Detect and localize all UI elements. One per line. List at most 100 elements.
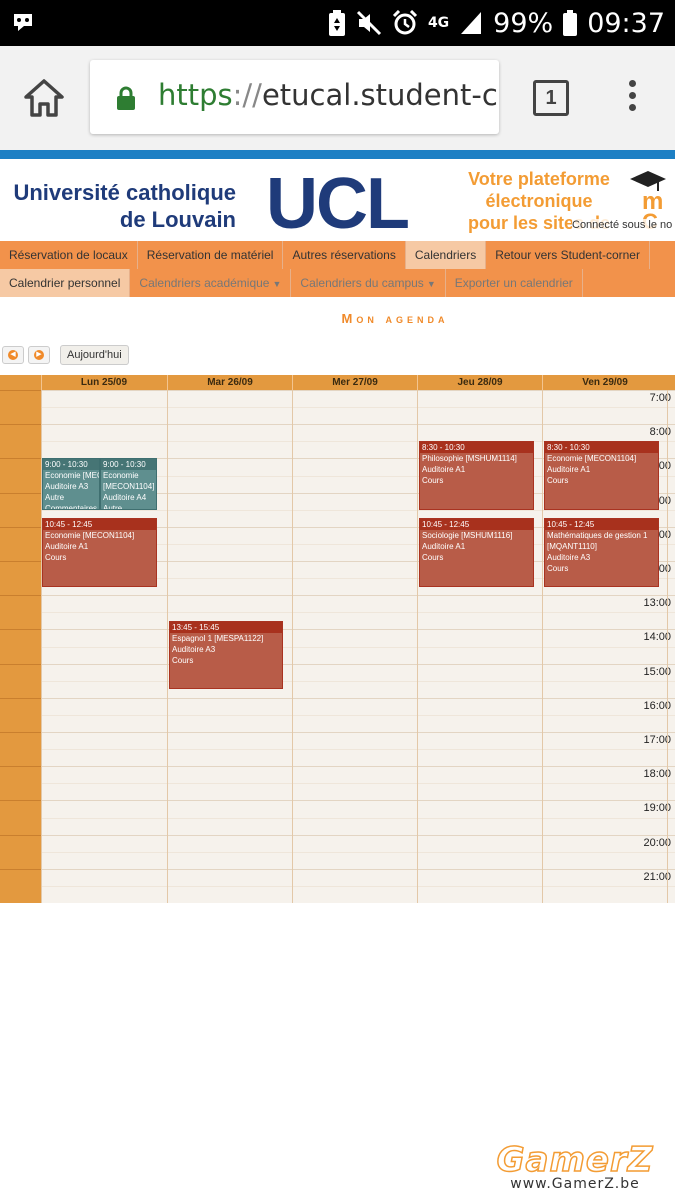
ucl-logo[interactable]: UCL [266, 163, 410, 241]
event-time: 9:00 - 10:30 [43, 459, 99, 471]
calendar-event[interactable]: 10:45 - 12:45 Economie [MECON1104] Auditoi… [42, 518, 157, 587]
nav-calendriers-campus-label: Calendriers du campus [300, 276, 424, 290]
time-divider [0, 766, 41, 768]
lock-icon [117, 86, 135, 110]
prev-week-button[interactable]: ◀ [2, 346, 24, 364]
hour-gridline [41, 766, 675, 768]
hour-gridline [41, 868, 675, 870]
calendar-event[interactable]: 8:30 - 10:30 Economie [MECON1104] Auditoir… [544, 441, 659, 510]
event-detail: Cours [547, 476, 569, 486]
today-button[interactable]: Aujourd'hui [60, 345, 129, 365]
nav-calendriers-academique[interactable]: Calendriers académique ▼ [130, 269, 292, 297]
event-time: 10:45 - 12:45 [43, 519, 156, 531]
time-divider [0, 868, 41, 870]
half-hour-gridline [41, 680, 675, 682]
nav-autres-reservations[interactable]: Autres réservations [283, 241, 406, 269]
event-detail: Cours [172, 655, 194, 665]
event-detail: Auditoire A3 [172, 644, 216, 654]
event-detail: Economie [MECON1104] [45, 531, 135, 541]
battery-percent: 99% [493, 7, 554, 39]
nav-reservation-materiel[interactable]: Réservation de matériel [138, 241, 284, 269]
url-text: https://etucal.student-co [158, 78, 499, 112]
event-detail: Autre [103, 504, 123, 510]
day-header: Jeu 28/09 [417, 375, 542, 390]
day-header: Ven 29/09 [542, 375, 667, 390]
url-scheme: https [158, 78, 233, 112]
url-separator: :// [232, 78, 262, 112]
hour-gridline [41, 732, 675, 733]
event-detail: Auditoire A1 [547, 465, 591, 475]
week-calendar: Lun 25/09 Mar 26/09 Mer 27/09 Jeu 28/09 Ven … [0, 375, 675, 903]
tab-switcher-button[interactable]: 1 [533, 80, 569, 116]
overflow-menu-icon[interactable] [626, 80, 638, 116]
half-hour-gridline [41, 407, 675, 409]
event-detail: Sociologie [MSHUM1116] [422, 531, 513, 541]
time-column [0, 390, 41, 903]
home-icon[interactable] [22, 76, 66, 120]
half-hour-gridline [41, 749, 675, 751]
slogan-line1: Votre plateforme [468, 169, 610, 189]
event-detail: Auditoire A1 [422, 542, 466, 552]
university-name: Université catholique de Louvain [8, 179, 236, 233]
nav-exporter-calendrier[interactable]: Exporter un calendrier [446, 269, 583, 297]
time-divider [0, 561, 41, 562]
calendar-event[interactable]: 9:00 - 10:30 Economie [MECON1104] Auditoire… [100, 458, 157, 510]
nav-calendriers[interactable]: Calendriers [405, 241, 487, 269]
day-divider [542, 390, 543, 903]
event-detail: Commentaires [45, 504, 98, 510]
time-divider [0, 697, 41, 699]
event-detail: Economie [MECON1104] [45, 471, 99, 481]
time-divider [0, 629, 41, 631]
event-time: 9:00 - 10:30 [101, 459, 156, 471]
top-accent-bar [0, 150, 675, 159]
watermark-logo-text: GamerZ [496, 1139, 654, 1181]
url-host: etucal.student-co [261, 78, 499, 112]
caret-down-icon: ▼ [426, 279, 436, 289]
calendar-event[interactable]: 10:45 - 12:45 Mathématiques de gestion 1[… [544, 518, 659, 587]
alarm-icon [392, 10, 417, 35]
address-bar[interactable]: https://etucal.student-co [90, 60, 499, 134]
half-hour-gridline [41, 817, 675, 819]
hour-gridline [41, 800, 675, 802]
status-bar: 4G 99% 09:37 [0, 0, 675, 46]
nav-calendrier-personnel[interactable]: Calendrier personnel [0, 269, 131, 297]
event-detail: Cours [45, 553, 67, 563]
half-hour-gridline [41, 783, 675, 785]
day-header: Mar 26/09 [167, 375, 292, 390]
calendar-event[interactable]: 8:30 - 10:30 Philosophie [MSHUM1114] Audit… [419, 441, 534, 510]
hour-gridline [41, 424, 675, 426]
nav-calendriers-campus[interactable]: Calendriers du campus ▼ [291, 269, 446, 297]
time-divider [0, 526, 41, 528]
arrow-left-icon: ◀ [8, 350, 18, 360]
primary-nav: Réservation de locaux Réservation de mat… [0, 241, 675, 269]
next-week-button[interactable]: ▶ [28, 346, 50, 364]
event-detail: Espagnol 1 [MESPA1122] [172, 633, 264, 643]
calendar-event[interactable]: 9:00 - 10:30Economie [MECON1104]Auditoir… [42, 458, 100, 510]
event-detail: Auditoire A4 [103, 493, 147, 503]
time-divider [0, 595, 41, 597]
battery-saver-icon [328, 10, 345, 36]
arrow-right-icon: ▶ [34, 350, 44, 360]
time-divider [0, 663, 41, 665]
day-divider [292, 390, 293, 903]
calendar-event[interactable]: 10:45 - 12:45 Sociologie [MSHUM1116] Audit… [419, 518, 534, 587]
event-detail: Economie [MECON1104] [547, 454, 637, 464]
day-divider [417, 390, 418, 903]
time-divider [0, 732, 41, 733]
event-time: 8:30 - 10:30 [420, 442, 533, 454]
day-divider [167, 390, 168, 903]
event-detail: Cours [422, 553, 444, 563]
event-detail: Auditoire A1 [45, 542, 89, 552]
event-detail: Auditoire A3 [45, 482, 89, 492]
calendar-event[interactable]: 13:45 - 15:45 Espagnol 1 [MESPA1122] Audit… [169, 620, 283, 690]
nav-reservation-locaux[interactable]: Réservation de locaux [0, 241, 138, 269]
university-name-line2: de Louvain [119, 207, 236, 232]
day-divider [667, 390, 668, 903]
nav-student-corner[interactable]: Retour vers Student-corner [486, 241, 650, 269]
event-detail: Cours [422, 476, 444, 486]
time-divider [0, 458, 41, 460]
page-title: Mon agenda [341, 311, 449, 326]
time-divider [0, 800, 41, 802]
nav-calendriers-academique-label: Calendriers académique [139, 276, 270, 290]
event-time: 13:45 - 15:45 [170, 621, 282, 633]
